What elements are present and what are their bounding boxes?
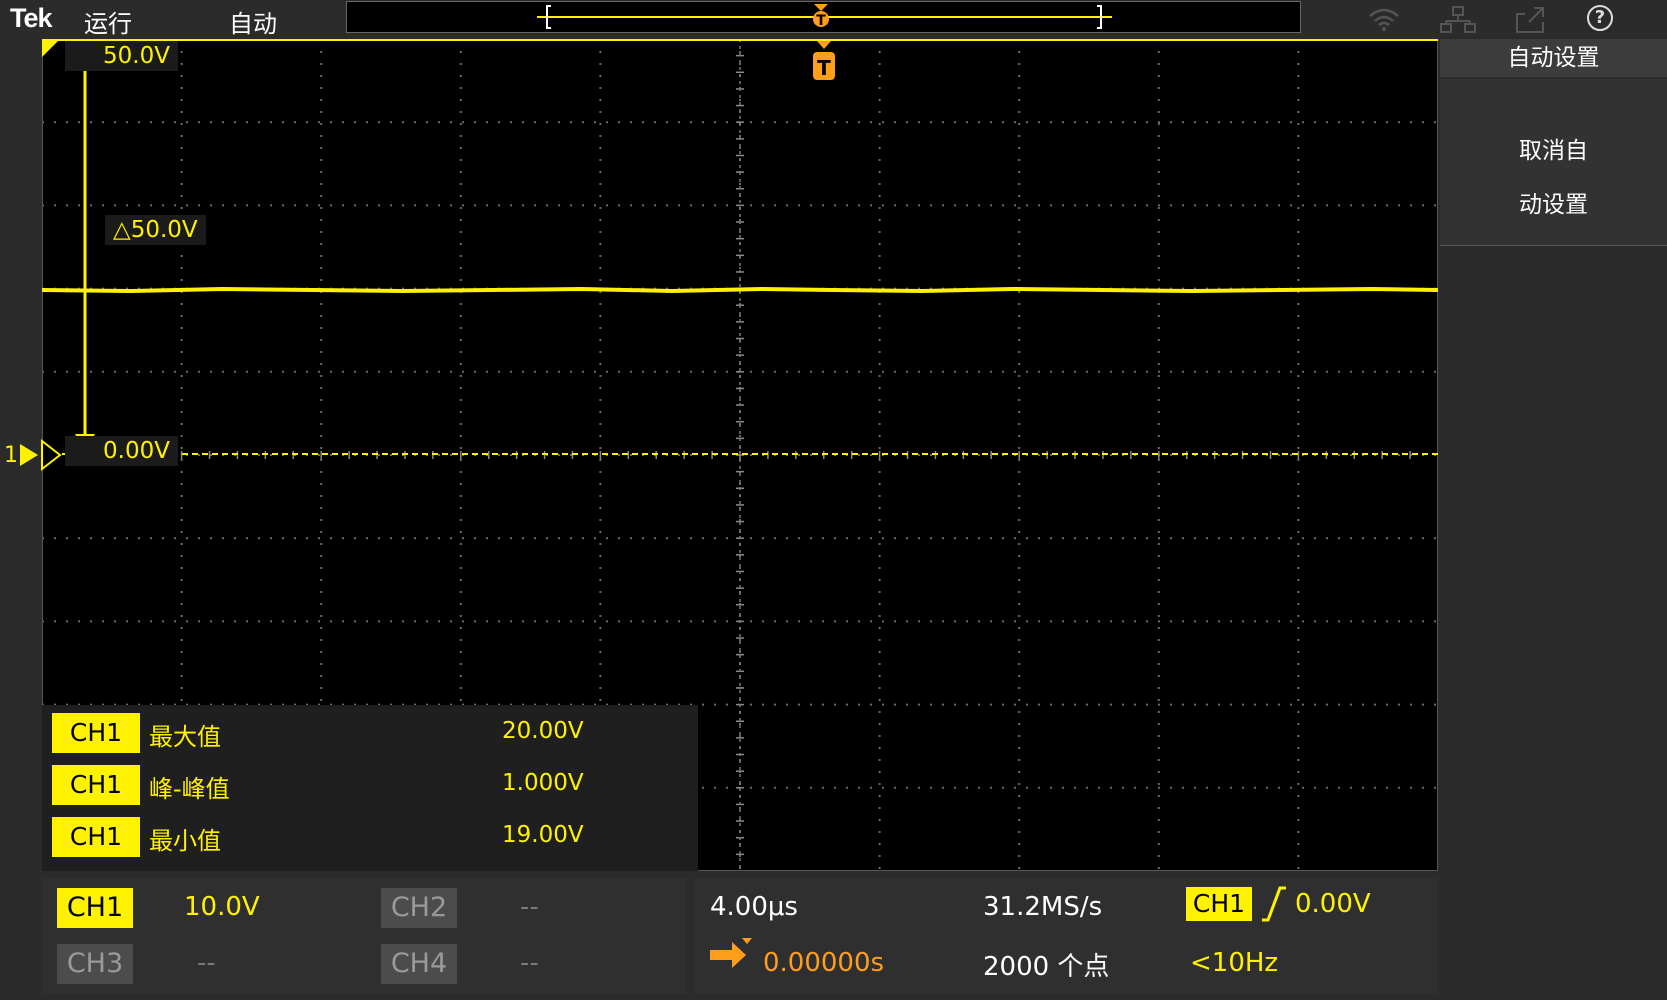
- record-length[interactable]: 2000 个点: [983, 946, 1109, 983]
- undo-autoset-button[interactable]: 取消自 动设置: [1440, 79, 1667, 246]
- ch1-button[interactable]: CH1: [57, 888, 133, 928]
- ch4-button[interactable]: CH4: [381, 944, 457, 984]
- acquisition-mode[interactable]: 自动: [229, 4, 277, 39]
- measurement-value: 19.00V: [502, 822, 584, 848]
- horizontal-position-arrow-icon: [710, 938, 752, 968]
- ch4-scale: --: [520, 948, 539, 978]
- ch1-offset-marker[interactable]: [20, 438, 66, 474]
- measurement-channel-badge: CH1: [52, 765, 140, 805]
- measurement-row[interactable]: CH1 最大值 20.00V: [52, 711, 692, 755]
- wifi-icon[interactable]: [1367, 6, 1401, 38]
- measurement-value: 1.000V: [502, 770, 584, 796]
- ch3-button[interactable]: CH3: [57, 944, 133, 984]
- trigger-frequency: <10Hz: [1190, 948, 1279, 978]
- trigger-pointer: [817, 41, 831, 49]
- measurement-value: 20.00V: [502, 718, 584, 744]
- measurement-panel: CH1 最大值 20.00V CH1 峰-峰值 1.000V CH1 最小值 1…: [42, 705, 698, 871]
- top-reference-label: 50.0V: [65, 41, 178, 71]
- overview-graphic: T: [537, 4, 1112, 29]
- measurement-channel-badge: CH1: [52, 713, 140, 753]
- trigger-marker-text: T: [817, 56, 831, 80]
- measurement-row[interactable]: CH1 最小值 19.00V: [52, 815, 692, 859]
- side-menu: 自动设置 取消自 动设置: [1440, 39, 1667, 1000]
- time-per-division[interactable]: 4.00μs: [710, 892, 798, 922]
- sample-rate: 31.2MS/s: [983, 892, 1103, 922]
- ch1-waveform: [42, 286, 1438, 294]
- measurement-row[interactable]: CH1 峰-峰值 1.000V: [52, 763, 692, 807]
- overview-trigger-icon: T: [816, 13, 826, 29]
- export-icon[interactable]: [1515, 6, 1547, 40]
- rising-edge-icon: [1262, 886, 1286, 922]
- top-corner-marker: [42, 39, 60, 57]
- ch1-scale[interactable]: 10.0V: [184, 892, 260, 922]
- run-stop-status[interactable]: 运行: [84, 4, 132, 39]
- network-icon[interactable]: [1440, 6, 1476, 40]
- ch2-button[interactable]: CH2: [381, 888, 457, 928]
- ch2-scale: --: [520, 892, 539, 922]
- top-bar: Tek 运行 自动 T ?: [0, 0, 1667, 40]
- ch1-marker-number: 1: [4, 443, 18, 468]
- horizontal-trigger-bar[interactable]: 4.00μs 31.2MS/s CH1 0.00V 0.00000s 2000 …: [693, 878, 1438, 994]
- ch3-scale: --: [197, 948, 216, 978]
- undo-autoset-line1: 取消自: [1519, 138, 1588, 164]
- horizontal-position[interactable]: 0.00000s: [763, 948, 884, 978]
- waveform-overview[interactable]: T: [346, 1, 1301, 33]
- measurement-name: 峰-峰值: [149, 775, 230, 803]
- help-icon[interactable]: ?: [1587, 5, 1613, 31]
- trigger-level[interactable]: 0.00V: [1295, 889, 1371, 919]
- undo-autoset-line2: 动设置: [1519, 192, 1588, 218]
- zero-reference-label: 0.00V: [65, 436, 178, 466]
- tek-logo: Tek: [10, 3, 53, 33]
- delta-voltage-label: △50.0V: [105, 215, 206, 245]
- trigger-source-badge[interactable]: CH1: [1186, 887, 1252, 921]
- measurement-name: 最小值: [149, 827, 221, 855]
- measurement-name: 最大值: [149, 723, 221, 751]
- measurement-channel-badge: CH1: [52, 817, 140, 857]
- side-menu-title: 自动设置: [1440, 39, 1667, 77]
- channel-bar: CH1 10.0V CH2 -- CH3 -- CH4 --: [42, 878, 687, 994]
